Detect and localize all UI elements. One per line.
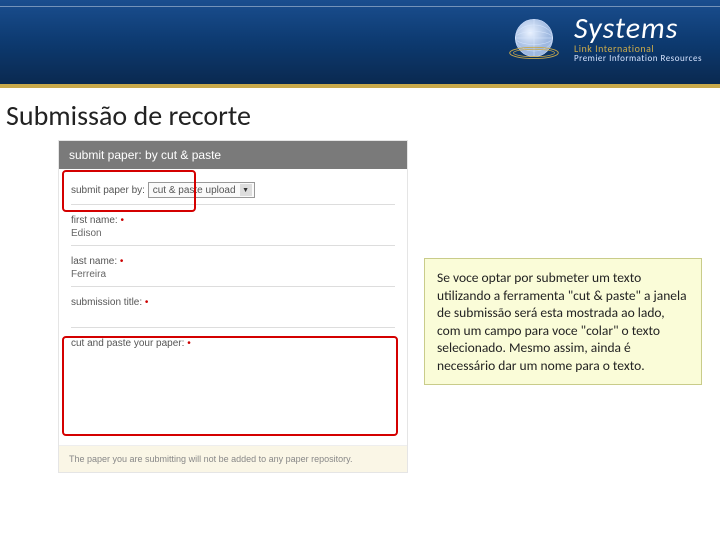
paste-textarea[interactable] (71, 349, 395, 421)
page-title: Submissão de recorte (6, 98, 251, 133)
submission-title-value[interactable] (71, 310, 395, 321)
submit-by-label: submit paper by: (71, 185, 145, 196)
required-marker: • (117, 256, 123, 267)
field-paste: cut and paste your paper: • (71, 338, 395, 427)
info-callout: Se voce optar por submeter um texto util… (424, 258, 702, 385)
first-name-value[interactable]: Edison (71, 228, 395, 239)
field-submit-by: submit paper by: cut & paste upload ▼ (71, 179, 395, 205)
field-first-name: first name: • Edison (71, 215, 395, 246)
header-banner: Systems Link International Premier Infor… (0, 0, 720, 88)
logo-subtitle-1: Link International (574, 44, 702, 54)
required-marker: • (184, 338, 190, 349)
last-name-value[interactable]: Ferreira (71, 269, 395, 280)
field-submission-title: submission title: • (71, 297, 395, 328)
logo: Systems Link International Premier Infor… (504, 8, 702, 68)
submission-title-label: submission title: (71, 297, 142, 308)
logo-subtitle-2: Premier Information Resources (574, 54, 702, 63)
last-name-label: last name: (71, 256, 117, 267)
required-marker: • (142, 297, 148, 308)
form-footer-note: The paper you are submitting will not be… (59, 445, 407, 472)
form-screenshot: submit paper: by cut & paste submit pape… (58, 140, 408, 473)
globe-icon (504, 8, 564, 68)
field-last-name: last name: • Ferreira (71, 256, 395, 287)
submit-by-select[interactable]: cut & paste upload ▼ (148, 182, 255, 198)
chevron-down-icon: ▼ (240, 184, 252, 196)
form-header: submit paper: by cut & paste (59, 141, 407, 169)
first-name-label: first name: (71, 215, 118, 226)
paste-label: cut and paste your paper: (71, 338, 184, 349)
logo-title: Systems (574, 14, 702, 44)
submit-by-value: cut & paste upload (153, 185, 236, 196)
required-marker: • (118, 215, 124, 226)
